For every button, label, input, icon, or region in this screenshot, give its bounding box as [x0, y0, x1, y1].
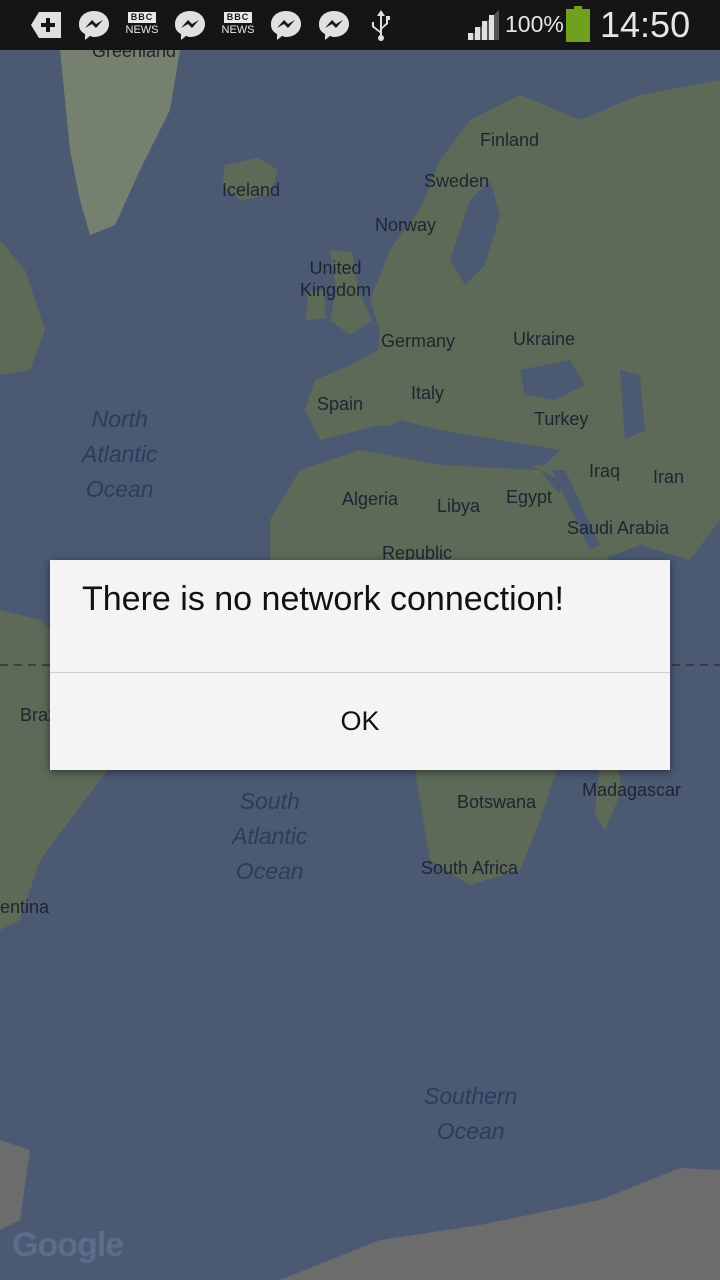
battery-percent: 100% — [505, 11, 564, 37]
map-label-norway: Norway — [375, 215, 437, 235]
map-label-greenland: Greenland — [92, 50, 177, 61]
map-label-south-africa: South Africa — [421, 858, 519, 878]
battery-icon — [566, 6, 590, 42]
status-bar: BBC NEWS BBC NEWS 100% 14:50 — [0, 0, 720, 50]
map-label-botswana: Botswana — [457, 792, 537, 812]
signal-icon — [465, 9, 501, 41]
map-label-madagascar: Madagascar — [582, 780, 682, 800]
usb-icon — [369, 9, 393, 41]
map-label-iran: Iran — [653, 467, 685, 487]
clock: 14:50 — [600, 4, 691, 45]
bbc-news-icon: BBC NEWS — [221, 12, 255, 36]
map-label-south-atlantic-ocean: South Atlantic Ocean — [232, 788, 308, 884]
messenger-icon — [269, 9, 303, 41]
map-label-libya: Libya — [437, 496, 481, 516]
dialog-message: There is no network connection! — [82, 580, 564, 618]
map-label-north-atlantic-ocean: North Atlantic Ocean — [82, 406, 158, 502]
map-label-egypt: Egypt — [506, 487, 553, 507]
map-label-germany: Germany — [381, 331, 456, 351]
map-label-southern-ocean: Southern Ocean — [424, 1083, 518, 1144]
map-label-algeria: Algeria — [342, 489, 399, 509]
map-label-united-kingdom: United Kingdom — [300, 258, 372, 300]
add-icon — [29, 9, 63, 41]
map-label-turkey: Turkey — [534, 409, 589, 429]
network-error-dialog: There is no network connection! OK — [50, 560, 670, 770]
map-label-spain: Spain — [317, 394, 364, 414]
messenger-icon — [77, 9, 111, 41]
map-label-finland: Finland — [480, 130, 540, 150]
map-label-iraq: Iraq — [589, 461, 621, 481]
map-label-iceland: Iceland — [222, 180, 281, 200]
map-label-saudi-arabia: Saudi Arabia — [567, 518, 670, 538]
ok-button[interactable]: OK — [50, 673, 670, 770]
messenger-icon — [173, 9, 207, 41]
map-label-sweden: Sweden — [424, 171, 490, 191]
google-logo: Google — [12, 1226, 124, 1265]
messenger-icon — [317, 9, 351, 41]
map-label-ukraine: Ukraine — [513, 329, 576, 349]
bbc-news-icon: BBC NEWS — [125, 12, 159, 36]
map-label-argentina: entina — [0, 897, 50, 917]
map-label-italy: Italy — [411, 383, 445, 403]
google-attribution: Google — [12, 1226, 124, 1264]
